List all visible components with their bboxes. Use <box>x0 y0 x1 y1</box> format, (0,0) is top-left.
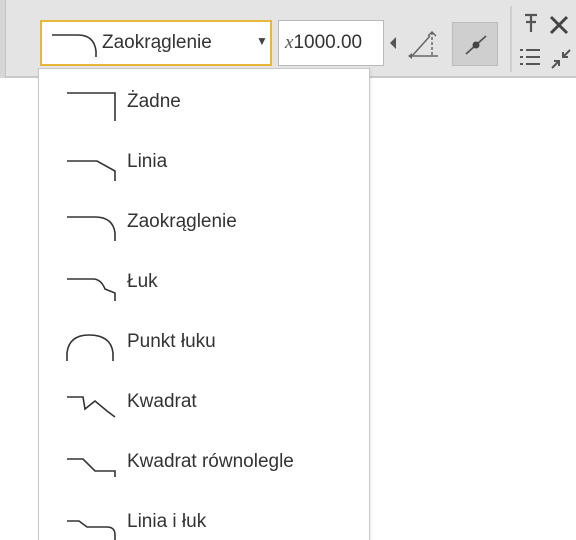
dropdown-item-arc[interactable]: Łuk <box>39 253 369 313</box>
toolbar-separator <box>510 6 512 72</box>
dropdown-item-round[interactable]: Zaokrąglenie <box>39 193 369 253</box>
chevron-down-icon: ▼ <box>256 34 268 48</box>
corner-style-dropdown: Żadne Linia Zaokrąglenie Łuk Punkt łuku … <box>38 68 370 540</box>
collapse-icon[interactable] <box>548 46 574 72</box>
dropdown-item-none[interactable]: Żadne <box>39 73 369 133</box>
scale-value: 1000.00 <box>293 32 363 53</box>
dropdown-item-label: Punkt łuku <box>127 331 216 352</box>
arc-point-icon <box>66 334 114 361</box>
dropdown-item-label: Linia <box>127 151 168 172</box>
snap-tool-button[interactable] <box>452 22 498 66</box>
dropdown-item-line-arc[interactable]: Linia i łuk <box>39 493 369 540</box>
corner-square-parallel-icon <box>67 458 116 477</box>
dropdown-item-label: Linia i łuk <box>127 511 207 532</box>
corner-arc-icon <box>67 278 116 301</box>
corner-style-label: Zaokrąglenie <box>102 32 212 53</box>
list-icon[interactable] <box>518 44 544 70</box>
corner-none-icon <box>67 92 116 121</box>
dropdown-item-square-parallel[interactable]: Kwadrat równolegle <box>39 433 369 493</box>
corner-round-icon <box>67 216 116 241</box>
corner-style-select[interactable]: Zaokrąglenie ▼ <box>40 20 272 66</box>
dropdown-item-line[interactable]: Linia <box>39 133 369 193</box>
rounded-corner-icon <box>52 34 97 57</box>
corner-line-arc-icon <box>67 520 116 540</box>
decrement-arrow-icon[interactable] <box>388 36 398 50</box>
dropdown-item-square[interactable]: Kwadrat <box>39 373 369 433</box>
dropdown-item-label: Kwadrat równolegle <box>127 451 294 472</box>
corner-line-icon <box>67 160 116 181</box>
toolbar: Zaokrąglenie ▼ x1000.00 <box>0 0 576 78</box>
snap-point-icon <box>465 35 487 55</box>
toolbar-grip[interactable] <box>0 0 6 78</box>
pin-icon[interactable] <box>520 10 542 36</box>
corner-square-icon <box>67 396 116 418</box>
dropdown-item-label: Żadne <box>127 91 181 112</box>
dropdown-item-label: Łuk <box>127 271 158 292</box>
dimension-tool-icon[interactable] <box>406 26 442 62</box>
dropdown-item-arc-point[interactable]: Punkt łuku <box>39 313 369 373</box>
scale-input[interactable]: x1000.00 <box>278 20 384 66</box>
dropdown-item-label: Kwadrat <box>127 391 197 412</box>
close-icon[interactable] <box>546 12 572 38</box>
dropdown-item-label: Zaokrąglenie <box>127 211 237 232</box>
